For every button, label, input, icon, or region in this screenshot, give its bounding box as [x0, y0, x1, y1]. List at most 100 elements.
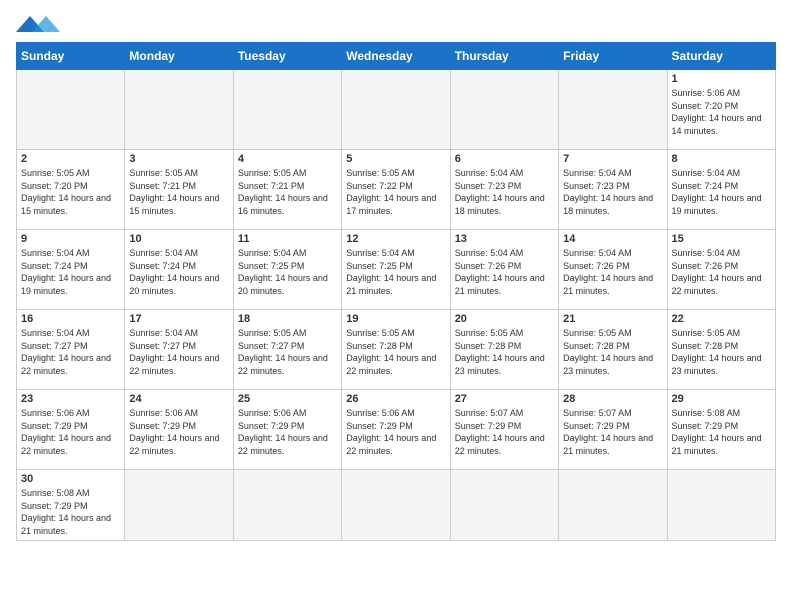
day-info: Sunrise: 5:04 AM Sunset: 7:24 PM Dayligh… — [21, 247, 120, 297]
calendar-cell — [450, 470, 558, 541]
day-info: Sunrise: 5:04 AM Sunset: 7:23 PM Dayligh… — [563, 167, 662, 217]
day-info: Sunrise: 5:06 AM Sunset: 7:20 PM Dayligh… — [672, 87, 771, 137]
day-info: Sunrise: 5:05 AM Sunset: 7:27 PM Dayligh… — [238, 327, 337, 377]
calendar-cell: 15 Sunrise: 5:04 AM Sunset: 7:26 PM Dayli… — [667, 230, 775, 310]
day-info: Sunrise: 5:04 AM Sunset: 7:25 PM Dayligh… — [346, 247, 445, 297]
day-info: Sunrise: 5:08 AM Sunset: 7:29 PM Dayligh… — [21, 487, 120, 537]
header-sunday: Sunday — [17, 43, 125, 70]
calendar-cell: 7 Sunrise: 5:04 AM Sunset: 7:23 PM Daylig… — [559, 150, 667, 230]
calendar-cell: 30 Sunrise: 5:08 AM Sunset: 7:29 PM Dayli… — [17, 470, 125, 541]
day-number: 17 — [129, 313, 228, 325]
header-saturday: Saturday — [667, 43, 775, 70]
day-number: 23 — [21, 393, 120, 405]
day-number: 2 — [21, 153, 120, 165]
calendar-cell: 20 Sunrise: 5:05 AM Sunset: 7:28 PM Dayli… — [450, 310, 558, 390]
day-info: Sunrise: 5:04 AM Sunset: 7:26 PM Dayligh… — [672, 247, 771, 297]
day-info: Sunrise: 5:06 AM Sunset: 7:29 PM Dayligh… — [21, 407, 120, 457]
calendar-cell: 14Sunrise: 5:04 AM Sunset: 7:26 PM Dayli… — [559, 230, 667, 310]
calendar-cell — [559, 70, 667, 150]
calendar-cell — [342, 70, 450, 150]
day-info: Sunrise: 5:05 AM Sunset: 7:21 PM Dayligh… — [238, 167, 337, 217]
header-friday: Friday — [559, 43, 667, 70]
day-number: 30 — [21, 473, 120, 485]
day-number: 27 — [455, 393, 554, 405]
calendar-cell — [125, 470, 233, 541]
calendar-cell — [125, 70, 233, 150]
header-wednesday: Wednesday — [342, 43, 450, 70]
day-info: Sunrise: 5:04 AM Sunset: 7:24 PM Dayligh… — [129, 247, 228, 297]
header-monday: Monday — [125, 43, 233, 70]
calendar-cell: 12 Sunrise: 5:04 AM Sunset: 7:25 PM Dayli… — [342, 230, 450, 310]
calendar-cell: 27Sunrise: 5:07 AM Sunset: 7:29 PM Dayli… — [450, 390, 558, 470]
day-info: Sunrise: 5:04 AM Sunset: 7:26 PM Dayligh… — [455, 247, 554, 297]
day-number: 28 — [563, 393, 662, 405]
day-info: Sunrise: 5:05 AM Sunset: 7:28 PM Dayligh… — [563, 327, 662, 377]
day-info: Sunrise: 5:04 AM Sunset: 7:24 PM Dayligh… — [672, 167, 771, 217]
calendar-cell: 29 Sunrise: 5:08 AM Sunset: 7:29 PM Dayli… — [667, 390, 775, 470]
calendar-cell — [667, 470, 775, 541]
day-number: 12 — [346, 233, 445, 245]
calendar-cell — [17, 70, 125, 150]
day-number: 24 — [129, 393, 228, 405]
day-number: 16 — [21, 313, 120, 325]
day-number: 11 — [238, 233, 337, 245]
calendar-cell — [342, 470, 450, 541]
day-info: Sunrise: 5:04 AM Sunset: 7:25 PM Dayligh… — [238, 247, 337, 297]
day-info: Sunrise: 5:07 AM Sunset: 7:29 PM Dayligh… — [563, 407, 662, 457]
day-number: 21 — [563, 313, 662, 325]
day-number: 6 — [455, 153, 554, 165]
calendar-cell: 8 Sunrise: 5:04 AM Sunset: 7:24 PM Daylig… — [667, 150, 775, 230]
calendar-cell: 4 Sunrise: 5:05 AM Sunset: 7:21 PM Daylig… — [233, 150, 341, 230]
day-info: Sunrise: 5:05 AM Sunset: 7:28 PM Dayligh… — [346, 327, 445, 377]
day-number: 25 — [238, 393, 337, 405]
day-info: Sunrise: 5:06 AM Sunset: 7:29 PM Dayligh… — [238, 407, 337, 457]
day-number: 13 — [455, 233, 554, 245]
calendar-cell: 2Sunrise: 5:05 AM Sunset: 7:20 PM Daylig… — [17, 150, 125, 230]
calendar-cell: 1 Sunrise: 5:06 AM Sunset: 7:20 PM Daylig… — [667, 70, 775, 150]
day-number: 8 — [672, 153, 771, 165]
calendar-cell: 9 Sunrise: 5:04 AM Sunset: 7:24 PM Daylig… — [17, 230, 125, 310]
calendar-cell: 10Sunrise: 5:04 AM Sunset: 7:24 PM Dayli… — [125, 230, 233, 310]
day-info: Sunrise: 5:05 AM Sunset: 7:22 PM Dayligh… — [346, 167, 445, 217]
day-number: 15 — [672, 233, 771, 245]
calendar-cell: 22Sunrise: 5:05 AM Sunset: 7:28 PM Dayli… — [667, 310, 775, 390]
day-number: 26 — [346, 393, 445, 405]
calendar-cell: 24 Sunrise: 5:06 AM Sunset: 7:29 PM Dayli… — [125, 390, 233, 470]
calendar-cell — [233, 470, 341, 541]
calendar-cell: 11 Sunrise: 5:04 AM Sunset: 7:25 PM Dayli… — [233, 230, 341, 310]
calendar-cell — [233, 70, 341, 150]
calendar-cell — [450, 70, 558, 150]
logo — [16, 16, 60, 32]
calendar-cell: 19 Sunrise: 5:05 AM Sunset: 7:28 PM Dayli… — [342, 310, 450, 390]
day-number: 1 — [672, 73, 771, 85]
day-number: 20 — [455, 313, 554, 325]
day-info: Sunrise: 5:06 AM Sunset: 7:29 PM Dayligh… — [346, 407, 445, 457]
header-thursday: Thursday — [450, 43, 558, 70]
calendar-cell: 17 Sunrise: 5:04 AM Sunset: 7:27 PM Dayli… — [125, 310, 233, 390]
calendar-table: SundayMondayTuesdayWednesdayThursdayFrid… — [16, 42, 776, 541]
calendar-cell: 28 Sunrise: 5:07 AM Sunset: 7:29 PM Dayli… — [559, 390, 667, 470]
day-info: Sunrise: 5:04 AM Sunset: 7:27 PM Dayligh… — [21, 327, 120, 377]
page-header — [16, 16, 776, 32]
calendar-cell: 26 Sunrise: 5:06 AM Sunset: 7:29 PM Dayli… — [342, 390, 450, 470]
header-tuesday: Tuesday — [233, 43, 341, 70]
day-number: 19 — [346, 313, 445, 325]
day-number: 5 — [346, 153, 445, 165]
day-info: Sunrise: 5:05 AM Sunset: 7:21 PM Dayligh… — [129, 167, 228, 217]
day-number: 7 — [563, 153, 662, 165]
day-info: Sunrise: 5:06 AM Sunset: 7:29 PM Dayligh… — [129, 407, 228, 457]
day-info: Sunrise: 5:05 AM Sunset: 7:28 PM Dayligh… — [455, 327, 554, 377]
calendar-cell: 5 Sunrise: 5:05 AM Sunset: 7:22 PM Daylig… — [342, 150, 450, 230]
day-number: 29 — [672, 393, 771, 405]
day-info: Sunrise: 5:04 AM Sunset: 7:27 PM Dayligh… — [129, 327, 228, 377]
calendar-cell: 3 Sunrise: 5:05 AM Sunset: 7:21 PM Daylig… — [125, 150, 233, 230]
day-number: 9 — [21, 233, 120, 245]
day-number: 3 — [129, 153, 228, 165]
day-info: Sunrise: 5:08 AM Sunset: 7:29 PM Dayligh… — [672, 407, 771, 457]
day-info: Sunrise: 5:04 AM Sunset: 7:26 PM Dayligh… — [563, 247, 662, 297]
day-info: Sunrise: 5:05 AM Sunset: 7:28 PM Dayligh… — [672, 327, 771, 377]
calendar-header: SundayMondayTuesdayWednesdayThursdayFrid… — [17, 43, 776, 70]
calendar-cell: 16 Sunrise: 5:04 AM Sunset: 7:27 PM Dayli… — [17, 310, 125, 390]
day-number: 4 — [238, 153, 337, 165]
calendar-cell: 25 Sunrise: 5:06 AM Sunset: 7:29 PM Dayli… — [233, 390, 341, 470]
